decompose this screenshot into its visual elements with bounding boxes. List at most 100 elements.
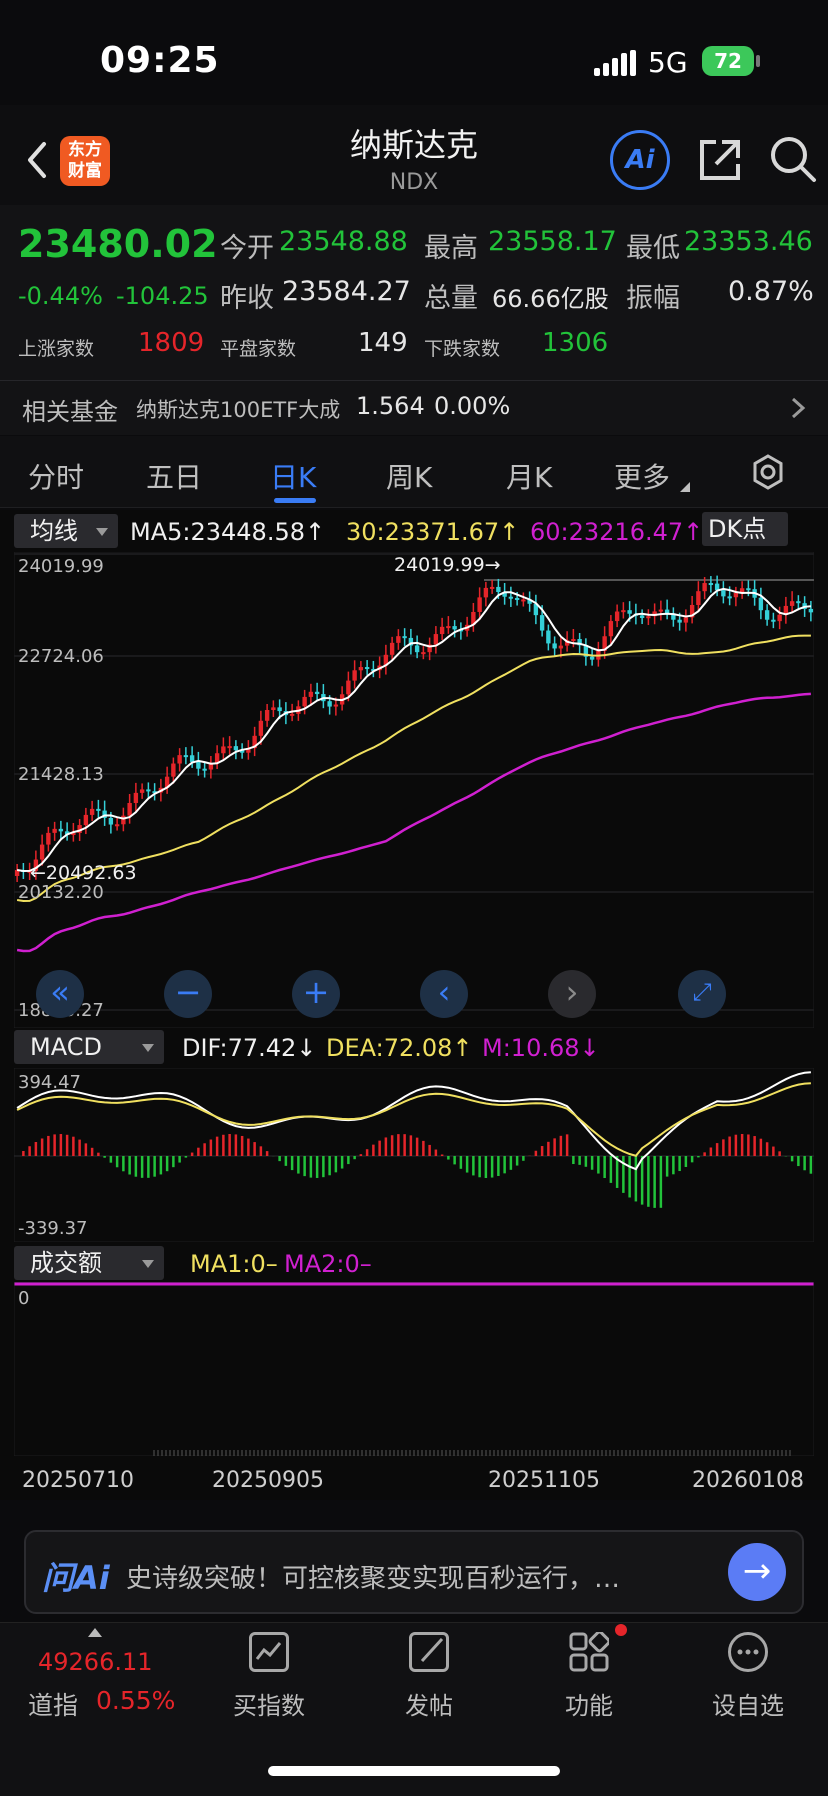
nav-post-label: 发帖 bbox=[405, 1692, 453, 1720]
search-icon[interactable] bbox=[768, 134, 818, 184]
candle-body bbox=[733, 592, 739, 598]
macd-indicator-label: MACD bbox=[30, 1033, 102, 1061]
date-label-1: 20250710 bbox=[22, 1468, 134, 1493]
y-axis-label-top: 24019.99 bbox=[18, 556, 104, 577]
candle-body bbox=[796, 601, 801, 604]
candle-body bbox=[721, 590, 726, 597]
ask-ai-logo: 问Ai bbox=[42, 1559, 110, 1597]
ma5-label: MA5:23448.58↑ bbox=[130, 518, 326, 546]
candle-body bbox=[196, 761, 201, 769]
nav-functions[interactable]: 功能 bbox=[519, 1624, 659, 1721]
ask-ai-send-button[interactable]: → bbox=[728, 1543, 786, 1601]
macd-y-bottom: -339.37 bbox=[18, 1218, 88, 1239]
signal-icon bbox=[594, 50, 636, 76]
candle-body bbox=[52, 828, 57, 833]
macd-chart[interactable] bbox=[14, 1068, 814, 1242]
change-value: -104.25 bbox=[116, 282, 209, 310]
nav-add-watchlist[interactable]: 设自选 bbox=[678, 1632, 818, 1721]
candle-body bbox=[539, 615, 545, 631]
candle-body bbox=[202, 768, 207, 771]
volume-indicator-select[interactable]: 成交额 bbox=[14, 1246, 164, 1280]
candle-body bbox=[364, 667, 370, 670]
candle-body bbox=[452, 626, 457, 630]
settings-icon[interactable] bbox=[750, 454, 786, 490]
candle-body bbox=[271, 707, 276, 710]
date-label-4: 20260108 bbox=[692, 1468, 804, 1493]
tab-daily-k[interactable]: 日K bbox=[270, 456, 316, 496]
candle-body bbox=[46, 832, 51, 845]
kline-chart[interactable] bbox=[14, 552, 814, 1028]
open-label: 今开 bbox=[220, 233, 274, 264]
fund-label: 相关基金 bbox=[22, 398, 118, 426]
fund-change: 0.00% bbox=[434, 392, 511, 420]
candle-body bbox=[646, 616, 651, 619]
macd-m-label: M:10.68↓ bbox=[482, 1034, 600, 1062]
scroll-right-button[interactable]: › bbox=[548, 970, 596, 1018]
tab-five-day[interactable]: 五日 bbox=[146, 456, 202, 496]
candle-body bbox=[589, 656, 595, 660]
candle-body bbox=[696, 591, 701, 605]
volume-ma1-label: MA1:0– bbox=[190, 1250, 278, 1278]
fullscreen-button[interactable]: ⤢ bbox=[678, 970, 726, 1018]
tab-intraday[interactable]: 分时 bbox=[28, 456, 84, 496]
ma30-label: 30:23371.67↑ bbox=[346, 518, 520, 546]
dji-name[interactable]: 道指 bbox=[28, 1686, 78, 1722]
ma5-line bbox=[16, 587, 811, 873]
candle-body bbox=[221, 746, 226, 754]
more-triangle-icon bbox=[680, 482, 690, 492]
home-indicator bbox=[268, 1766, 560, 1776]
up-count-label: 上涨家数 bbox=[18, 338, 95, 360]
ai-button[interactable]: Ai bbox=[610, 130, 670, 190]
candle-body bbox=[771, 619, 776, 622]
nav-buy-index-label: 买指数 bbox=[233, 1692, 305, 1720]
down-count-label: 下跌家数 bbox=[424, 338, 501, 360]
grid-icon bbox=[569, 1624, 627, 1672]
candle-body bbox=[402, 636, 407, 639]
y-axis-label-4: 20132.20 bbox=[18, 882, 104, 903]
candle-body bbox=[658, 609, 664, 612]
candle-body bbox=[571, 639, 576, 642]
low-label: 最低 bbox=[626, 233, 680, 264]
candle-body bbox=[558, 645, 564, 649]
status-time: 09:25 bbox=[100, 40, 220, 81]
candle-body bbox=[764, 610, 770, 620]
open-value: 23548.88 bbox=[279, 226, 408, 257]
candle-body bbox=[183, 755, 189, 758]
battery-tip bbox=[756, 55, 760, 67]
nav-add-watchlist-label: 设自选 bbox=[712, 1692, 784, 1720]
zoom-out-button[interactable]: − bbox=[164, 970, 212, 1018]
expand-up-icon[interactable] bbox=[88, 1628, 102, 1637]
candle-body bbox=[83, 814, 89, 826]
candle-body bbox=[489, 586, 495, 589]
tab-weekly-k[interactable]: 周K bbox=[386, 456, 432, 496]
candle-body bbox=[121, 815, 126, 825]
volume-chart[interactable] bbox=[14, 1282, 814, 1456]
candle-body bbox=[308, 691, 314, 697]
zoom-in-button[interactable]: + bbox=[292, 970, 340, 1018]
tab-monthly-k[interactable]: 月K bbox=[506, 456, 552, 496]
dk-point-toggle[interactable]: DK点 bbox=[702, 512, 788, 546]
candle-body bbox=[264, 709, 270, 721]
macd-indicator-select[interactable]: MACD bbox=[14, 1030, 164, 1064]
fund-price: 1.564 bbox=[356, 392, 425, 420]
flat-count: 149 bbox=[358, 328, 408, 358]
nav-post[interactable]: 发帖 bbox=[359, 1632, 499, 1721]
volume-ma2-label: MA2:0– bbox=[284, 1250, 372, 1278]
candle-body bbox=[758, 597, 764, 611]
ma-indicator-select[interactable]: 均线 bbox=[14, 514, 118, 548]
candle-body bbox=[389, 642, 395, 655]
down-count: 1306 bbox=[542, 328, 609, 358]
chevron-right-icon bbox=[791, 397, 806, 419]
share-icon[interactable] bbox=[696, 136, 744, 184]
scroll-left-button[interactable]: ‹ bbox=[420, 970, 468, 1018]
nav-buy-index[interactable]: 买指数 bbox=[199, 1632, 339, 1721]
tab-more[interactable]: 更多 bbox=[614, 456, 670, 496]
ask-ai-prompt[interactable]: 史诗级突破！可控核聚变实现百秒运行，… bbox=[126, 1558, 620, 1595]
dji-change[interactable]: 0.55% bbox=[96, 1686, 175, 1715]
y-axis-label-3: 21428.13 bbox=[18, 764, 104, 785]
candle-body bbox=[114, 824, 120, 827]
prev-close-value: 23584.27 bbox=[282, 276, 411, 307]
dji-value[interactable]: 49266.11 bbox=[38, 1648, 153, 1676]
amplitude-value: 0.87% bbox=[728, 276, 814, 307]
scroll-start-button[interactable]: « bbox=[36, 970, 84, 1018]
